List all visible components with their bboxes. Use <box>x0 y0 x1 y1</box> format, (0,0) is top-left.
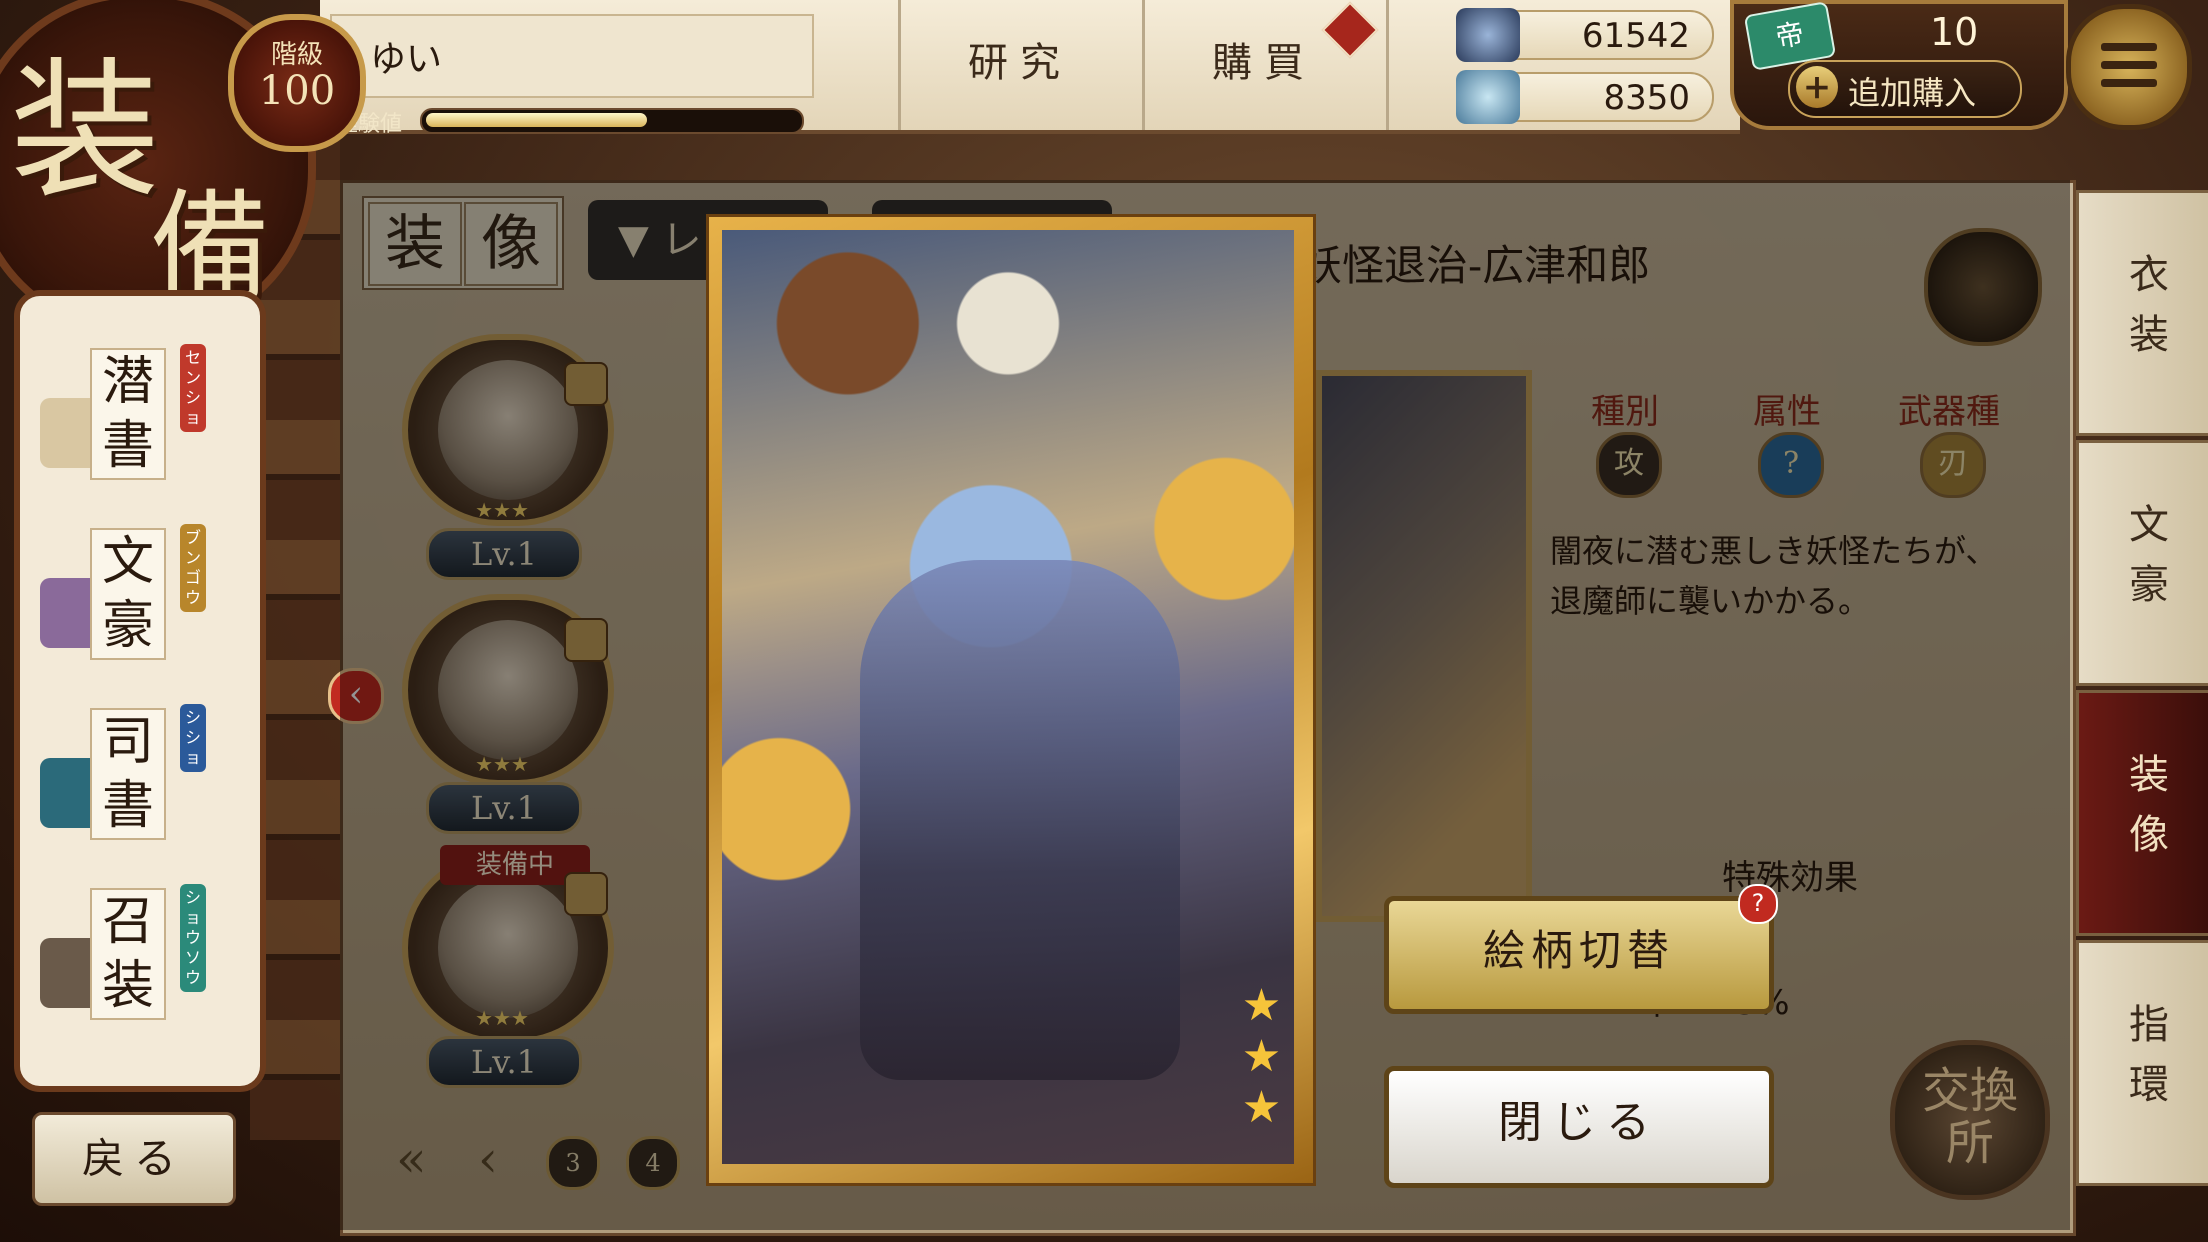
exchange-label: 交換 <box>1921 1063 2018 1119</box>
add-purchase-button[interactable]: + 追加購入 <box>1788 60 2022 118</box>
ink-value: 61542 <box>1581 16 1690 56</box>
exchange-label: 所 <box>1945 1115 1994 1171</box>
add-purchase-label: 追加購入 <box>1848 74 1977 112</box>
divider <box>898 0 901 130</box>
player-name: ゆい <box>370 39 443 80</box>
menu-item-label: 文豪 <box>90 528 166 660</box>
tab-costume[interactable]: 衣装 <box>2076 190 2208 436</box>
tab-research[interactable]: 研究 <box>920 30 1120 100</box>
menu-icon <box>2101 43 2157 51</box>
card-rarity-stars: ★★★ <box>1236 980 1287 1133</box>
menu-item-reading: ショウソウ <box>180 884 206 992</box>
crystal-value: 8350 <box>1603 78 1690 118</box>
exp-bar-fill <box>426 113 647 127</box>
divider <box>1142 0 1145 130</box>
ink-bottle-icon <box>1456 8 1520 62</box>
screen-title: 装 <box>10 45 161 219</box>
rank-badge: 階級 100 <box>228 14 366 152</box>
rank-label: 階級 <box>270 40 323 70</box>
crystal-icon <box>1456 70 1520 124</box>
plus-icon: + <box>1796 66 1838 108</box>
menu-item-dive[interactable]: 潜書 センショ <box>40 338 220 498</box>
help-icon[interactable]: ? <box>1738 884 1778 924</box>
rank-value: 100 <box>258 68 336 114</box>
back-button[interactable]: 戻る <box>32 1112 236 1206</box>
tab-equip-image[interactable]: 装像 <box>2076 690 2208 936</box>
divider <box>1386 0 1389 130</box>
tab-author[interactable]: 文豪 <box>2076 440 2208 686</box>
menu-item-reading: シショ <box>180 704 206 772</box>
menu-item-reading: ブンゴウ <box>180 524 206 612</box>
ticket-count: 10 <box>1930 10 1979 54</box>
menu-item-summon-equip[interactable]: 召装 ショウソウ <box>40 878 220 1038</box>
menu-icon <box>2101 79 2157 87</box>
menu-item-label: 召装 <box>90 888 166 1020</box>
menu-item-label: 潜書 <box>90 348 166 480</box>
menu-item-reading: センショ <box>180 344 206 432</box>
menu-item-label: 司書 <box>90 708 166 840</box>
close-button[interactable]: 閉じる <box>1384 1066 1774 1188</box>
character-figure <box>860 560 1180 1080</box>
menu-icon <box>2101 61 2157 69</box>
menu-button[interactable] <box>2066 4 2192 130</box>
menu-item-authors[interactable]: 文豪 ブンゴウ <box>40 518 220 678</box>
ink-counter: 61542 <box>1456 8 1714 62</box>
menu-item-librarian[interactable]: 司書 シショ <box>40 698 220 858</box>
exchange-button[interactable]: 交換 所 <box>1890 1040 2050 1200</box>
tab-ring[interactable]: 指環 <box>2076 940 2208 1186</box>
crystal-counter: 8350 <box>1456 70 1714 124</box>
switch-art-button[interactable]: 絵柄切替 <box>1384 896 1774 1014</box>
